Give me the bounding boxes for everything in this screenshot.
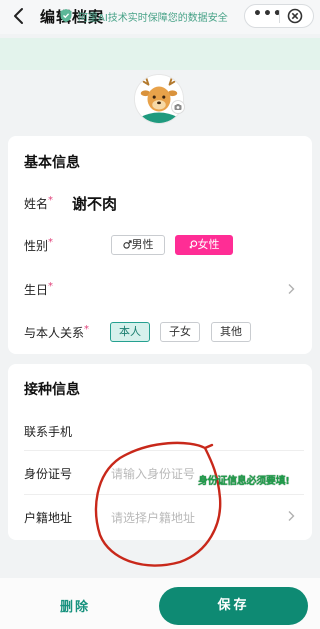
birthday-field[interactable]: [10, 270, 310, 308]
gender-option-male-label: 男性: [131, 238, 154, 251]
address-select[interactable]: 请选择户籍地址: [111, 509, 195, 526]
row-divider: [24, 450, 304, 451]
deer-avatar-icon: [135, 75, 183, 123]
row-divider: [24, 494, 304, 495]
required-mark: *: [48, 195, 54, 206]
chevron-right-icon: [288, 511, 295, 521]
shield-check-icon: [60, 9, 72, 22]
gender-option-male[interactable]: 男性: [111, 235, 165, 255]
capsule-divider: [279, 10, 280, 23]
id-number-label: 身份证号: [24, 467, 73, 481]
required-mark: *: [48, 237, 54, 248]
delete-button[interactable]: 删除: [60, 596, 90, 615]
back-arrow-icon[interactable]: [10, 6, 30, 26]
chevron-right-icon: [288, 284, 295, 294]
phone-input[interactable]: [100, 414, 300, 446]
female-icon: [188, 240, 197, 249]
id-number-input[interactable]: 请输入身份证号: [111, 465, 195, 482]
phone-label: 联系手机: [24, 425, 73, 439]
address-label: 户籍地址: [24, 511, 73, 525]
relation-option-other[interactable]: 其他: [211, 322, 251, 342]
save-button[interactable]: 保存: [159, 587, 308, 625]
avatar[interactable]: [134, 74, 184, 124]
basic-info-title: 基本信息: [24, 155, 80, 171]
name-label: 姓名*: [24, 195, 53, 212]
camera-icon: [174, 104, 182, 110]
gender-label: 性别*: [24, 237, 53, 254]
mini-program-capsule: •••: [244, 4, 314, 28]
relation-label: 与本人关系*: [24, 324, 89, 341]
annotation-text: 身份证信息必须要填!: [198, 476, 290, 487]
name-value[interactable]: 谢不肉: [72, 193, 117, 214]
relation-option-self[interactable]: 本人: [110, 322, 150, 342]
gender-option-female-label: 女性: [197, 238, 220, 251]
required-mark: *: [84, 324, 90, 335]
close-circle-icon[interactable]: [287, 8, 303, 24]
male-icon: [122, 240, 132, 249]
vaccination-info-title: 接种信息: [24, 382, 80, 398]
relation-option-child[interactable]: 子女: [160, 322, 200, 342]
security-banner: [0, 38, 320, 70]
name-label-text: 姓名: [24, 197, 49, 211]
security-banner-text: 阿里AI技术实时保障您的数据安全: [78, 13, 228, 24]
gender-label-text: 性别: [24, 239, 49, 253]
camera-badge[interactable]: [171, 100, 185, 114]
gender-option-female[interactable]: 女性: [175, 235, 233, 255]
relation-label-text: 与本人关系: [24, 326, 85, 340]
